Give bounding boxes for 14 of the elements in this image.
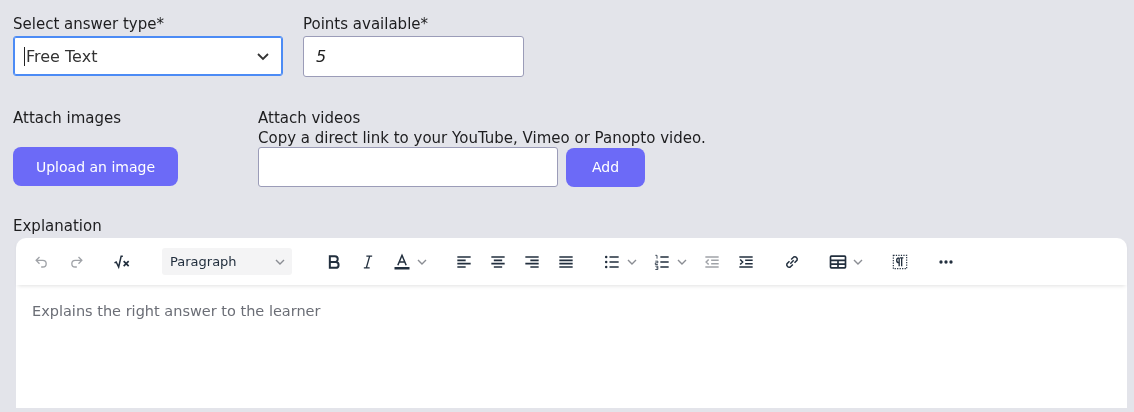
add-button[interactable]: Add bbox=[566, 147, 645, 187]
rich-text-editor[interactable]: Paragraph Explains the right answer to the learner bbox=[16, 238, 1127, 408]
section-label: Attach videos bbox=[258, 109, 362, 127]
section-label: Attach images bbox=[13, 109, 122, 127]
field-label: Points available* bbox=[303, 15, 430, 33]
answer-type-select[interactable]: Free Text bbox=[13, 36, 283, 76]
field-label: Select answer type* bbox=[13, 15, 165, 33]
video-link-field[interactable] bbox=[258, 147, 558, 187]
section-label: Explanation bbox=[13, 217, 103, 235]
format-dropdown[interactable]: Paragraph bbox=[162, 248, 292, 275]
editor-placeholder: Explains the right answer to the learner bbox=[32, 303, 321, 319]
points-field[interactable]: 5 bbox=[303, 36, 524, 77]
upload-image-button[interactable]: Upload an image bbox=[13, 147, 178, 186]
hint-text: Copy a direct link to your YouTube, Vimeo or Panopto video. bbox=[258, 129, 706, 147]
